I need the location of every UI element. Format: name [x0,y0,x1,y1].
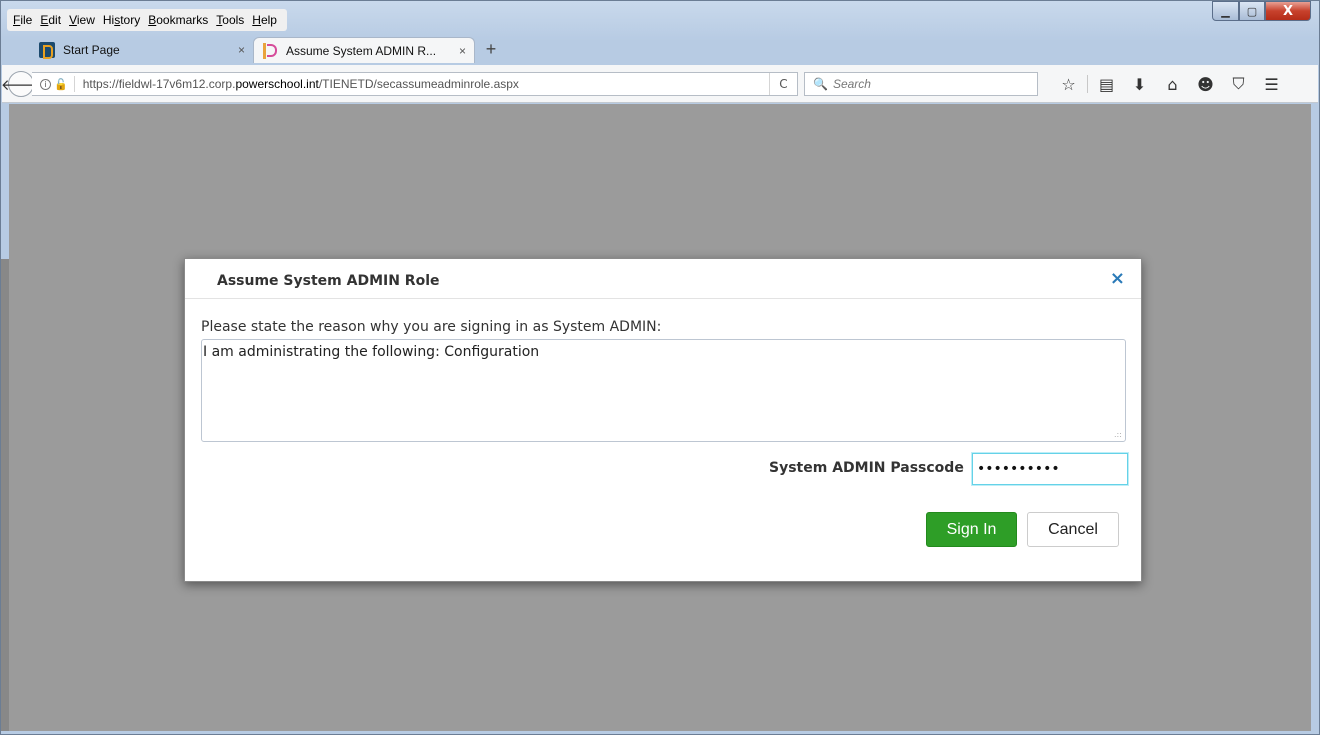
menu-history[interactable]: History [99,13,144,27]
menu-bar: File Edit View History Bookmarks Tools H… [7,9,287,31]
search-placeholder: Search [832,77,871,91]
menu-help[interactable]: Help [248,13,281,27]
url-bar[interactable]: i 🔓 https://fieldwl-17v6m12.corp.powersc… [32,72,798,96]
reading-list-icon[interactable]: ▤ [1090,73,1123,95]
resize-grip-icon[interactable]: .:: [1114,430,1122,439]
menu-view[interactable]: View [65,13,99,27]
minimize-button[interactable]: ▁ [1212,1,1239,21]
smiley-icon[interactable]: ☻ [1189,73,1222,95]
tab-title: Assume System ADMIN R... [286,43,437,58]
navigation-bar: 🡐 i 🔓 https://fieldwl-17v6m12.corp.power… [1,65,1318,103]
tab-close-icon[interactable]: × [459,44,466,58]
tab-title: Start Page [63,43,120,57]
passcode-label: System ADMIN Passcode [769,460,964,476]
close-window-button[interactable]: X [1265,1,1311,21]
content-edge [1,259,9,731]
info-icon: i [40,78,51,90]
menu-file[interactable]: File [9,13,36,27]
tab-close-icon[interactable]: × [238,43,245,57]
menu-bookmarks[interactable]: Bookmarks [144,13,212,27]
tab-start-page[interactable]: Start Page × [31,37,253,63]
tab-assume-admin[interactable]: Assume System ADMIN R... × [253,37,475,63]
hamburger-menu-icon[interactable]: ☰ [1255,73,1288,95]
reason-label: Please state the reason why you are sign… [201,319,662,335]
powerschool-icon [39,42,55,59]
star-icon[interactable]: ☆ [1052,73,1085,95]
menu-edit[interactable]: Edit [36,13,65,27]
dialog-title: Assume System ADMIN Role [217,273,440,289]
passcode-field[interactable] [972,453,1128,485]
reload-icon[interactable]: C [769,73,797,95]
search-input[interactable]: 🔍 Search [804,72,1038,96]
tab-bar: Start Page × Assume System ADMIN R... × … [9,35,1313,63]
toolbar-icons: ☆ ▤ ⬇ ⌂ ☻ ⛉ ☰ [1052,73,1288,95]
powerschool-p-icon [262,42,278,59]
reason-textarea[interactable]: I am administrating the following: Confi… [201,339,1126,442]
insecure-lock-icon: 🔓 [54,77,68,91]
sign-in-button[interactable]: Sign In [926,512,1017,547]
maximize-button[interactable]: ▢ [1239,1,1265,21]
pocket-icon[interactable]: ⛉ [1222,73,1255,95]
toolbar-separator [1087,75,1088,93]
home-icon[interactable]: ⌂ [1156,73,1189,95]
cancel-button[interactable]: Cancel [1027,512,1119,547]
assume-admin-dialog: Assume System ADMIN Role × Please state … [184,258,1142,582]
new-tab-button[interactable]: + [481,39,501,60]
menu-tools[interactable]: Tools [212,13,248,27]
window-controls: ▁ ▢ X [1212,1,1311,21]
site-identity[interactable]: i 🔓 [32,76,75,92]
close-icon[interactable]: × [1110,268,1125,289]
search-icon: 🔍 [813,77,828,91]
dialog-header: Assume System ADMIN Role × [185,259,1141,299]
url-text[interactable]: https://fieldwl-17v6m12.corp.powerschool… [75,77,769,91]
download-icon[interactable]: ⬇ [1123,73,1156,95]
browser-window: File Edit View History Bookmarks Tools H… [0,0,1320,735]
back-button[interactable]: 🡐 [1,71,41,97]
